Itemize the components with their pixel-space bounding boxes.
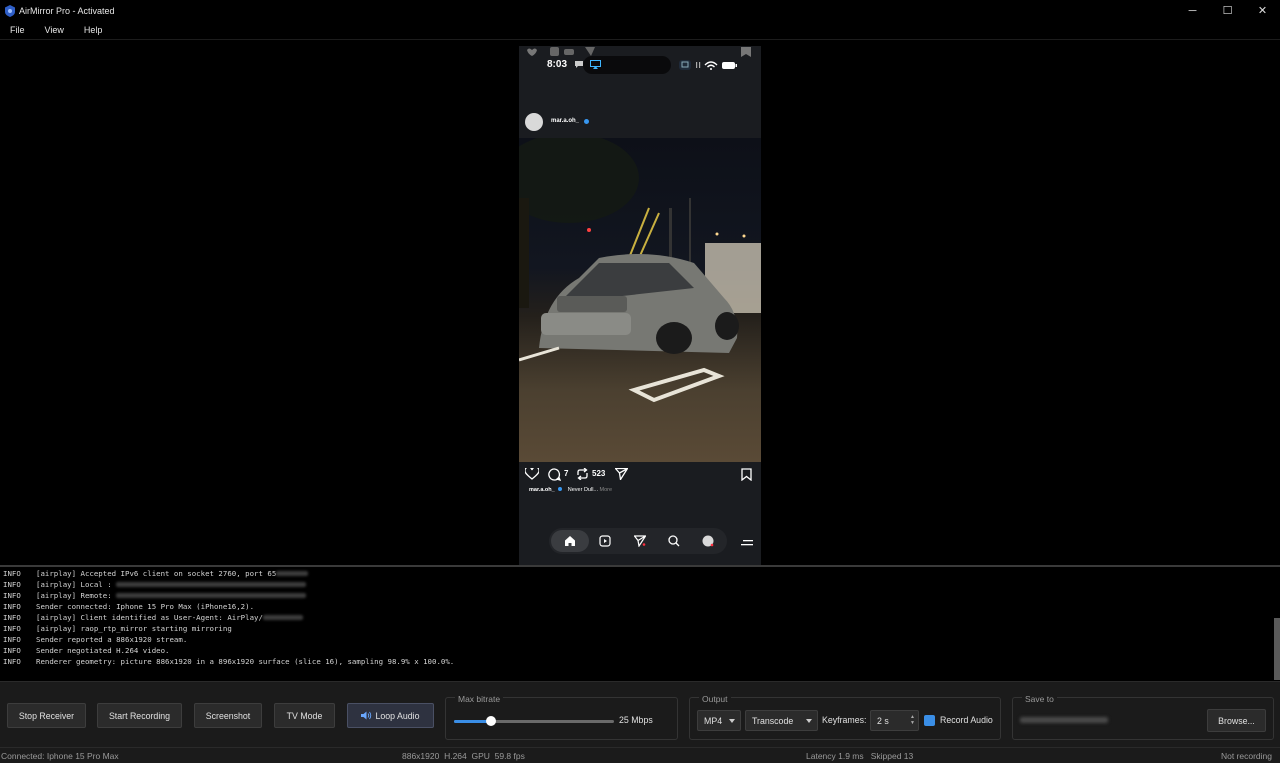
format-select[interactable]: MP4 (697, 710, 741, 731)
minimize-button[interactable]: ─ (1175, 0, 1210, 21)
phone-tab-bar (549, 528, 727, 554)
chevron-down-icon (729, 719, 735, 723)
caption-text: Never Dull... (567, 487, 599, 493)
output-label: Output (699, 694, 731, 704)
window-controls: ─ ☐ ✕ (1175, 0, 1280, 21)
reels-icon[interactable] (599, 535, 611, 547)
close-button[interactable]: ✕ (1245, 0, 1280, 21)
comment-count: 7 (564, 469, 569, 478)
menu-help[interactable]: Help (74, 25, 113, 35)
app-logo-icon (5, 4, 15, 17)
mode-select[interactable]: Transcode (745, 710, 818, 731)
window-title: AirMirror Pro - Activated (19, 5, 115, 16)
post-caption: mar.a.oh_ Never Dull... More (529, 487, 612, 493)
caption-username[interactable]: mar.a.oh_ (529, 487, 555, 493)
phone-status-bar: 8:03 (519, 54, 761, 76)
post-author-avatar[interactable] (525, 113, 543, 131)
loop-audio-button[interactable]: Loop Audio (347, 703, 434, 728)
menu-bar: File View Help (0, 21, 1280, 40)
log-line: INFO [airplay] Local : (3, 579, 1280, 590)
keyframes-label: Keyframes: (822, 715, 867, 725)
post-photo[interactable] (519, 138, 761, 462)
caption-verified-badge-icon (558, 487, 563, 491)
caption-more-link[interactable]: More (600, 487, 613, 493)
log-line: INFO [airplay] Remote: (3, 590, 1280, 601)
connection-status: Connected: Iphone 15 Pro Max (1, 751, 119, 761)
menu-file[interactable]: File (0, 25, 35, 35)
status-bar: Connected: Iphone 15 Pro Max 886x1920 H.… (0, 747, 1280, 763)
mirrored-phone-screen[interactable]: 8:03 mar.a.oh_ 7 523 mar.a.oh_ Never Dul… (519, 46, 761, 565)
post-username[interactable]: mar.a.oh_ (551, 118, 579, 124)
post-action-bar: 7 523 (519, 463, 761, 483)
heart-icon[interactable] (525, 468, 539, 480)
record-audio-checkbox[interactable] (924, 715, 935, 726)
record-audio-label: Record Audio (940, 715, 993, 725)
log-output: INFO [airplay] Accepted IPv6 client on so… (0, 567, 1280, 680)
keyframes-spinbox[interactable]: 2 s ▲ ▼ (870, 710, 919, 731)
recording-status: Not recording (1220, 751, 1272, 761)
start-recording-button[interactable]: Start Recording (97, 703, 182, 728)
menu-view[interactable]: View (35, 25, 74, 35)
mode-select-value: Transcode (752, 715, 794, 726)
max-bitrate-label: Max bitrate (455, 694, 504, 704)
max-bitrate-slider-thumb[interactable] (485, 716, 496, 726)
browse-button[interactable]: Browse... (1207, 709, 1266, 732)
log-line: INFO Sender connected: Iphone 15 Pro Max … (3, 602, 255, 611)
spin-arrows-icon[interactable]: ▲ ▼ (910, 714, 915, 726)
stop-receiver-button[interactable]: Stop Receiver (7, 703, 86, 728)
post-photo-scene (519, 138, 761, 403)
maximize-button[interactable]: ☐ (1210, 0, 1245, 21)
loop-audio-label: Loop Audio (375, 710, 420, 721)
output-group: Output MP4 Transcode Keyframes: 2 s ▲ ▼ R… (689, 694, 1001, 740)
save-path-field[interactable] (1018, 710, 1198, 731)
verified-badge-icon (584, 119, 589, 124)
format-select-value: MP4 (704, 715, 723, 726)
dynamic-island (583, 56, 671, 74)
checkmark-icon (926, 718, 933, 724)
stream-info: 886x1920 H.264 GPU 59.8 fps (402, 751, 525, 761)
save-to-label: Save to (1022, 694, 1057, 704)
phone-status-icons (679, 60, 737, 70)
message-icon (575, 61, 583, 68)
log-line: INFO [airplay] Accepted IPv6 client on so… (3, 568, 1280, 579)
hamburger-menu-icon[interactable] (741, 538, 755, 548)
log-line: INFO [airplay] Client identified as User-… (3, 612, 1280, 623)
log-line: INFO [airplay] raop_rtp_mirror starting m… (3, 624, 232, 633)
log-line: INFO Sender reported a 886x1920 stream. (3, 635, 188, 644)
repost-count: 523 (592, 469, 606, 478)
repost-icon[interactable] (576, 468, 589, 480)
log-scrollbar-thumb[interactable] (1274, 618, 1280, 680)
search-icon[interactable] (668, 535, 680, 547)
speaker-icon (361, 711, 372, 720)
profile-avatar-icon[interactable] (702, 535, 714, 547)
bookmark-icon[interactable] (741, 468, 752, 481)
airplay-icon (590, 60, 601, 69)
home-icon[interactable] (564, 535, 576, 547)
max-bitrate-value: 25 Mbps (619, 715, 653, 725)
mirror-viewport[interactable]: 8:03 mar.a.oh_ 7 523 mar.a.oh_ Never Dul… (0, 40, 1280, 565)
max-bitrate-slider[interactable] (454, 716, 614, 726)
direct-message-icon[interactable] (634, 535, 646, 547)
keyframes-value: 2 s (877, 715, 889, 726)
latency-info: Latency 1.9 ms Skipped 13 (806, 751, 914, 761)
screenshot-button[interactable]: Screenshot (194, 703, 262, 728)
control-panel: Stop Receiver Start Recording Screenshot… (0, 681, 1280, 747)
chevron-down-icon (806, 719, 812, 723)
save-path-redacted (1020, 717, 1108, 723)
max-bitrate-group: Max bitrate 25 Mbps (445, 694, 678, 740)
log-line: INFO Renderer geometry: picture 886x1920 … (3, 657, 455, 666)
tv-mode-button[interactable]: TV Mode (274, 703, 335, 728)
comment-icon[interactable] (548, 468, 561, 481)
phone-clock: 8:03 (547, 59, 568, 70)
title-bar: AirMirror Pro - Activated ─ ☐ ✕ (0, 0, 1280, 21)
save-to-group: Save to Browse... (1012, 694, 1274, 740)
log-line: INFO Sender negotiated H.264 video. (3, 646, 170, 655)
share-icon[interactable] (615, 468, 628, 480)
